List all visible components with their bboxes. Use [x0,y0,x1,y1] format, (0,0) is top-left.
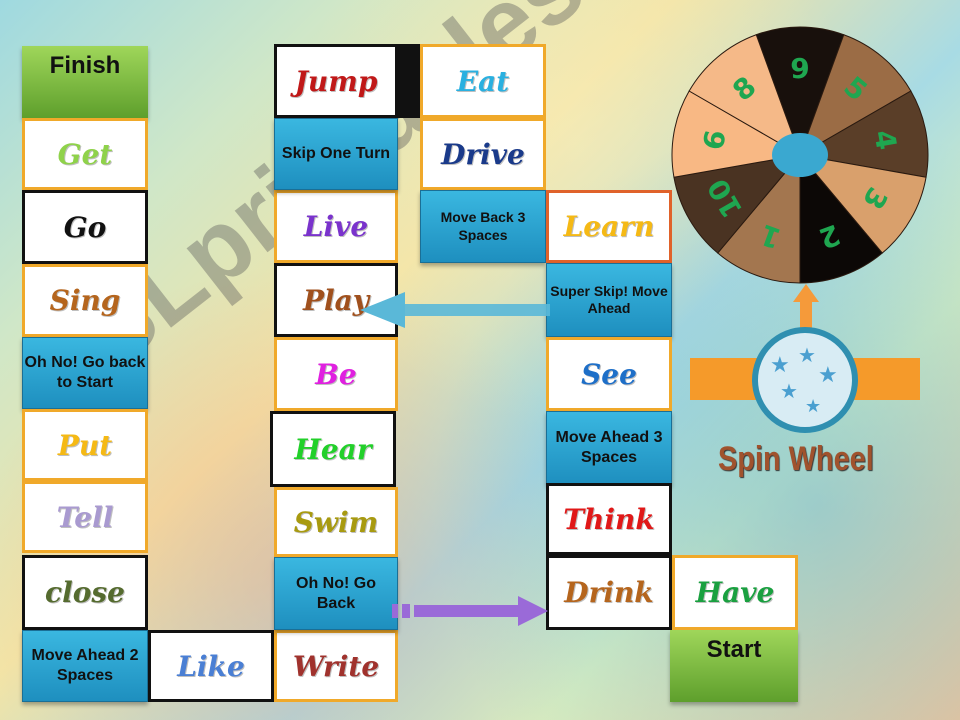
svg-text:★: ★ [818,363,838,388]
arrows-layer: ★ ★★★★ 9543211068 [360,26,929,626]
svg-text:★: ★ [770,353,790,378]
wheel-hub [772,133,828,177]
spinner-wheel[interactable]: 9543211068 [671,26,929,284]
svg-text:★: ★ [805,396,821,417]
spin-wheel-label: Spin Wheel [718,440,874,478]
purple-arrow-right [392,596,548,626]
wheel-number: 9 [790,52,809,85]
svg-text:★: ★ [798,343,816,367]
blue-arrow-left [360,292,550,328]
svg-text:★: ★ [780,379,798,403]
